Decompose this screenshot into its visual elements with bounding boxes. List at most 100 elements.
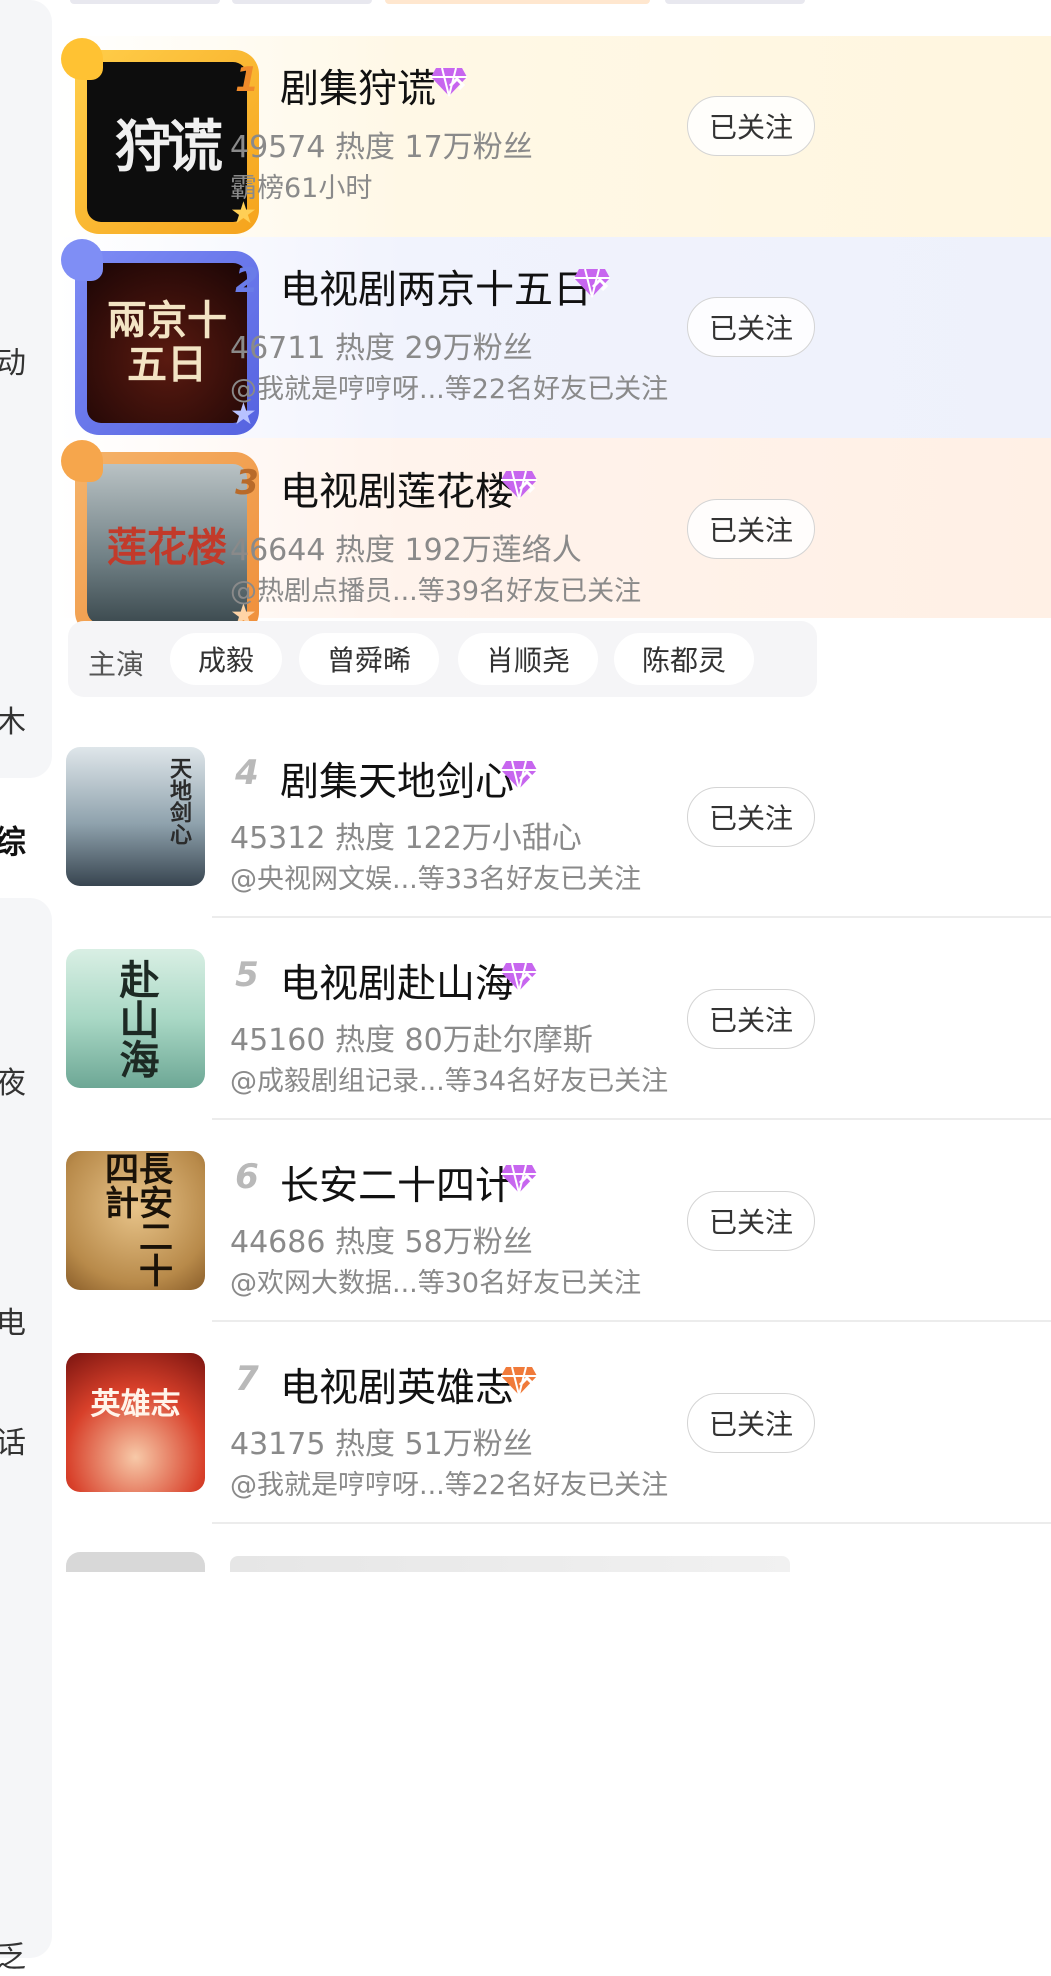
rank-number: 6 <box>235 1157 259 1197</box>
poster[interactable]: 莲花楼 <box>87 464 247 624</box>
rail-item[interactable]: 木 <box>0 697 26 741</box>
top-tab-scrap <box>232 0 372 4</box>
fans-count: 122万小甜心 <box>404 821 582 856</box>
cast-chip[interactable]: 陈都灵 <box>614 633 755 685</box>
divider <box>212 1118 1051 1120</box>
heat-value: 46711 <box>230 331 326 366</box>
poster-title: 天地剑心 <box>166 757 192 845</box>
show-title[interactable]: 电视剧赴山海 <box>280 953 514 1009</box>
poster[interactable]: 長安二十四計 <box>66 1151 205 1290</box>
heat-value: 46644 <box>230 533 326 568</box>
poster[interactable]: 天地剑心 <box>66 747 205 886</box>
friends-followed[interactable]: @我就是哼哼呀...等22名好友已关注 <box>230 1463 668 1502</box>
rail-item[interactable]: 夜 <box>0 1058 26 1102</box>
divider <box>212 916 1051 918</box>
top-tab-scrap <box>665 0 805 4</box>
poster[interactable] <box>66 1552 205 1572</box>
top-tab-scrap <box>70 0 220 4</box>
heat-label: 热度 <box>334 130 395 165</box>
fans-count: 192万莲络人 <box>404 533 582 568</box>
category-rail: 动 木 综 夜 电 话 乏 <box>0 0 55 1975</box>
show-title[interactable]: 电视剧英雄志 <box>280 1357 514 1413</box>
heat-value: 45312 <box>230 821 326 856</box>
heat-value: 49574 <box>230 130 326 165</box>
diamond-icon <box>501 1366 537 1396</box>
rail-item[interactable]: 电 <box>0 1298 26 1342</box>
rail-item[interactable]: 乏 <box>0 1932 26 1976</box>
follow-button[interactable]: 已关注 <box>687 1393 815 1453</box>
rank-number: 1 <box>235 60 259 100</box>
poster[interactable]: 赴山海 <box>66 949 205 1088</box>
rail-item[interactable]: 话 <box>0 1418 26 1462</box>
sub-info: 霸榜61小时 <box>230 173 373 204</box>
heat-label: 热度 <box>334 1023 395 1058</box>
heat-label: 热度 <box>334 1427 395 1462</box>
poster-title: 赴山海 <box>112 958 160 1079</box>
crown-badge <box>61 38 103 80</box>
stats-line: 46711 热度 29万粉丝 <box>230 323 533 367</box>
show-title[interactable]: 电视剧两京十五日 <box>280 259 592 315</box>
crown-badge <box>61 440 103 482</box>
rank-number: 7 <box>235 1359 259 1399</box>
fans-count: 17万粉丝 <box>404 130 533 165</box>
heat-label: 热度 <box>334 331 395 366</box>
top-tab-scrap <box>385 0 650 4</box>
heat-value: 44686 <box>230 1225 326 1260</box>
friends-followed[interactable]: @热剧点播员...等39名好友已关注 <box>230 569 641 608</box>
diamond-icon <box>501 962 537 992</box>
follow-button[interactable]: 已关注 <box>687 1191 815 1251</box>
follow-button[interactable]: 已关注 <box>687 96 815 156</box>
cast-chip[interactable]: 肖顺尧 <box>458 633 599 685</box>
heat-value: 45160 <box>230 1023 326 1058</box>
heat-label: 热度 <box>334 821 395 856</box>
friends-followed[interactable]: @成毅剧组记录...等34名好友已关注 <box>230 1059 668 1098</box>
stats-line: 45160 热度 80万赴尔摩斯 <box>230 1015 593 1059</box>
cast-bar: 主演 成毅 曾舜晞 肖顺尧 陈都灵 <box>68 621 817 697</box>
rail-item-active[interactable]: 综 <box>0 817 26 863</box>
show-title[interactable]: 电视剧莲花楼 <box>280 461 514 517</box>
poster[interactable]: 兩京十五日 <box>87 263 247 423</box>
poster-title: 莲花楼 <box>107 524 227 571</box>
stats-line: 49574 热度 17万粉丝 <box>230 122 533 166</box>
follow-button[interactable]: 已关注 <box>687 499 815 559</box>
poster-title: 兩京十五日 <box>107 297 227 388</box>
follow-button[interactable]: 已关注 <box>687 297 815 357</box>
rank-number: 4 <box>235 753 259 793</box>
follow-button[interactable]: 已关注 <box>687 989 815 1049</box>
friends-followed[interactable]: @欢网大数据...等30名好友已关注 <box>230 1261 641 1300</box>
cast-chip[interactable]: 成毅 <box>170 633 283 685</box>
stats-line: 43175 热度 51万粉丝 <box>230 1419 533 1463</box>
poster[interactable]: 狩谎 <box>87 62 247 222</box>
next-row-title-clipped <box>230 1556 790 1572</box>
cast-label: 主演 <box>88 648 145 681</box>
poster[interactable]: 英雄志 <box>66 1353 205 1492</box>
stats-line: 46644 热度 192万莲络人 <box>230 525 582 569</box>
stats-line: 45312 热度 122万小甜心 <box>230 813 582 857</box>
diamond-icon <box>431 67 467 97</box>
diamond-icon <box>501 760 537 790</box>
show-title[interactable]: 长安二十四计 <box>280 1155 514 1211</box>
heat-label: 热度 <box>334 533 395 568</box>
cast-chip[interactable]: 曾舜晞 <box>299 633 440 685</box>
friends-followed[interactable]: @央视网文娱...等33名好友已关注 <box>230 857 641 896</box>
follow-button[interactable]: 已关注 <box>687 787 815 847</box>
diamond-icon <box>501 1164 537 1194</box>
rank-number: 5 <box>235 955 259 995</box>
fans-count: 80万赴尔摩斯 <box>404 1023 593 1058</box>
poster-title: 狩谎 <box>115 113 223 180</box>
rail-panel <box>0 0 52 778</box>
crown-badge <box>61 239 103 281</box>
friends-followed[interactable]: @我就是哼哼呀...等22名好友已关注 <box>230 367 668 406</box>
rail-item[interactable]: 动 <box>0 338 26 382</box>
fans-count: 29万粉丝 <box>404 331 533 366</box>
divider <box>212 1320 1051 1322</box>
poster-title: 英雄志 <box>90 1387 181 1422</box>
fans-count: 58万粉丝 <box>404 1225 533 1260</box>
diamond-icon <box>574 268 610 298</box>
show-title[interactable]: 剧集狩谎 <box>280 58 436 114</box>
show-title[interactable]: 剧集天地剑心 <box>280 751 514 807</box>
heat-label: 热度 <box>334 1225 395 1260</box>
diamond-icon <box>501 470 537 500</box>
divider <box>212 1522 1051 1524</box>
rank-number: 3 <box>235 463 259 503</box>
